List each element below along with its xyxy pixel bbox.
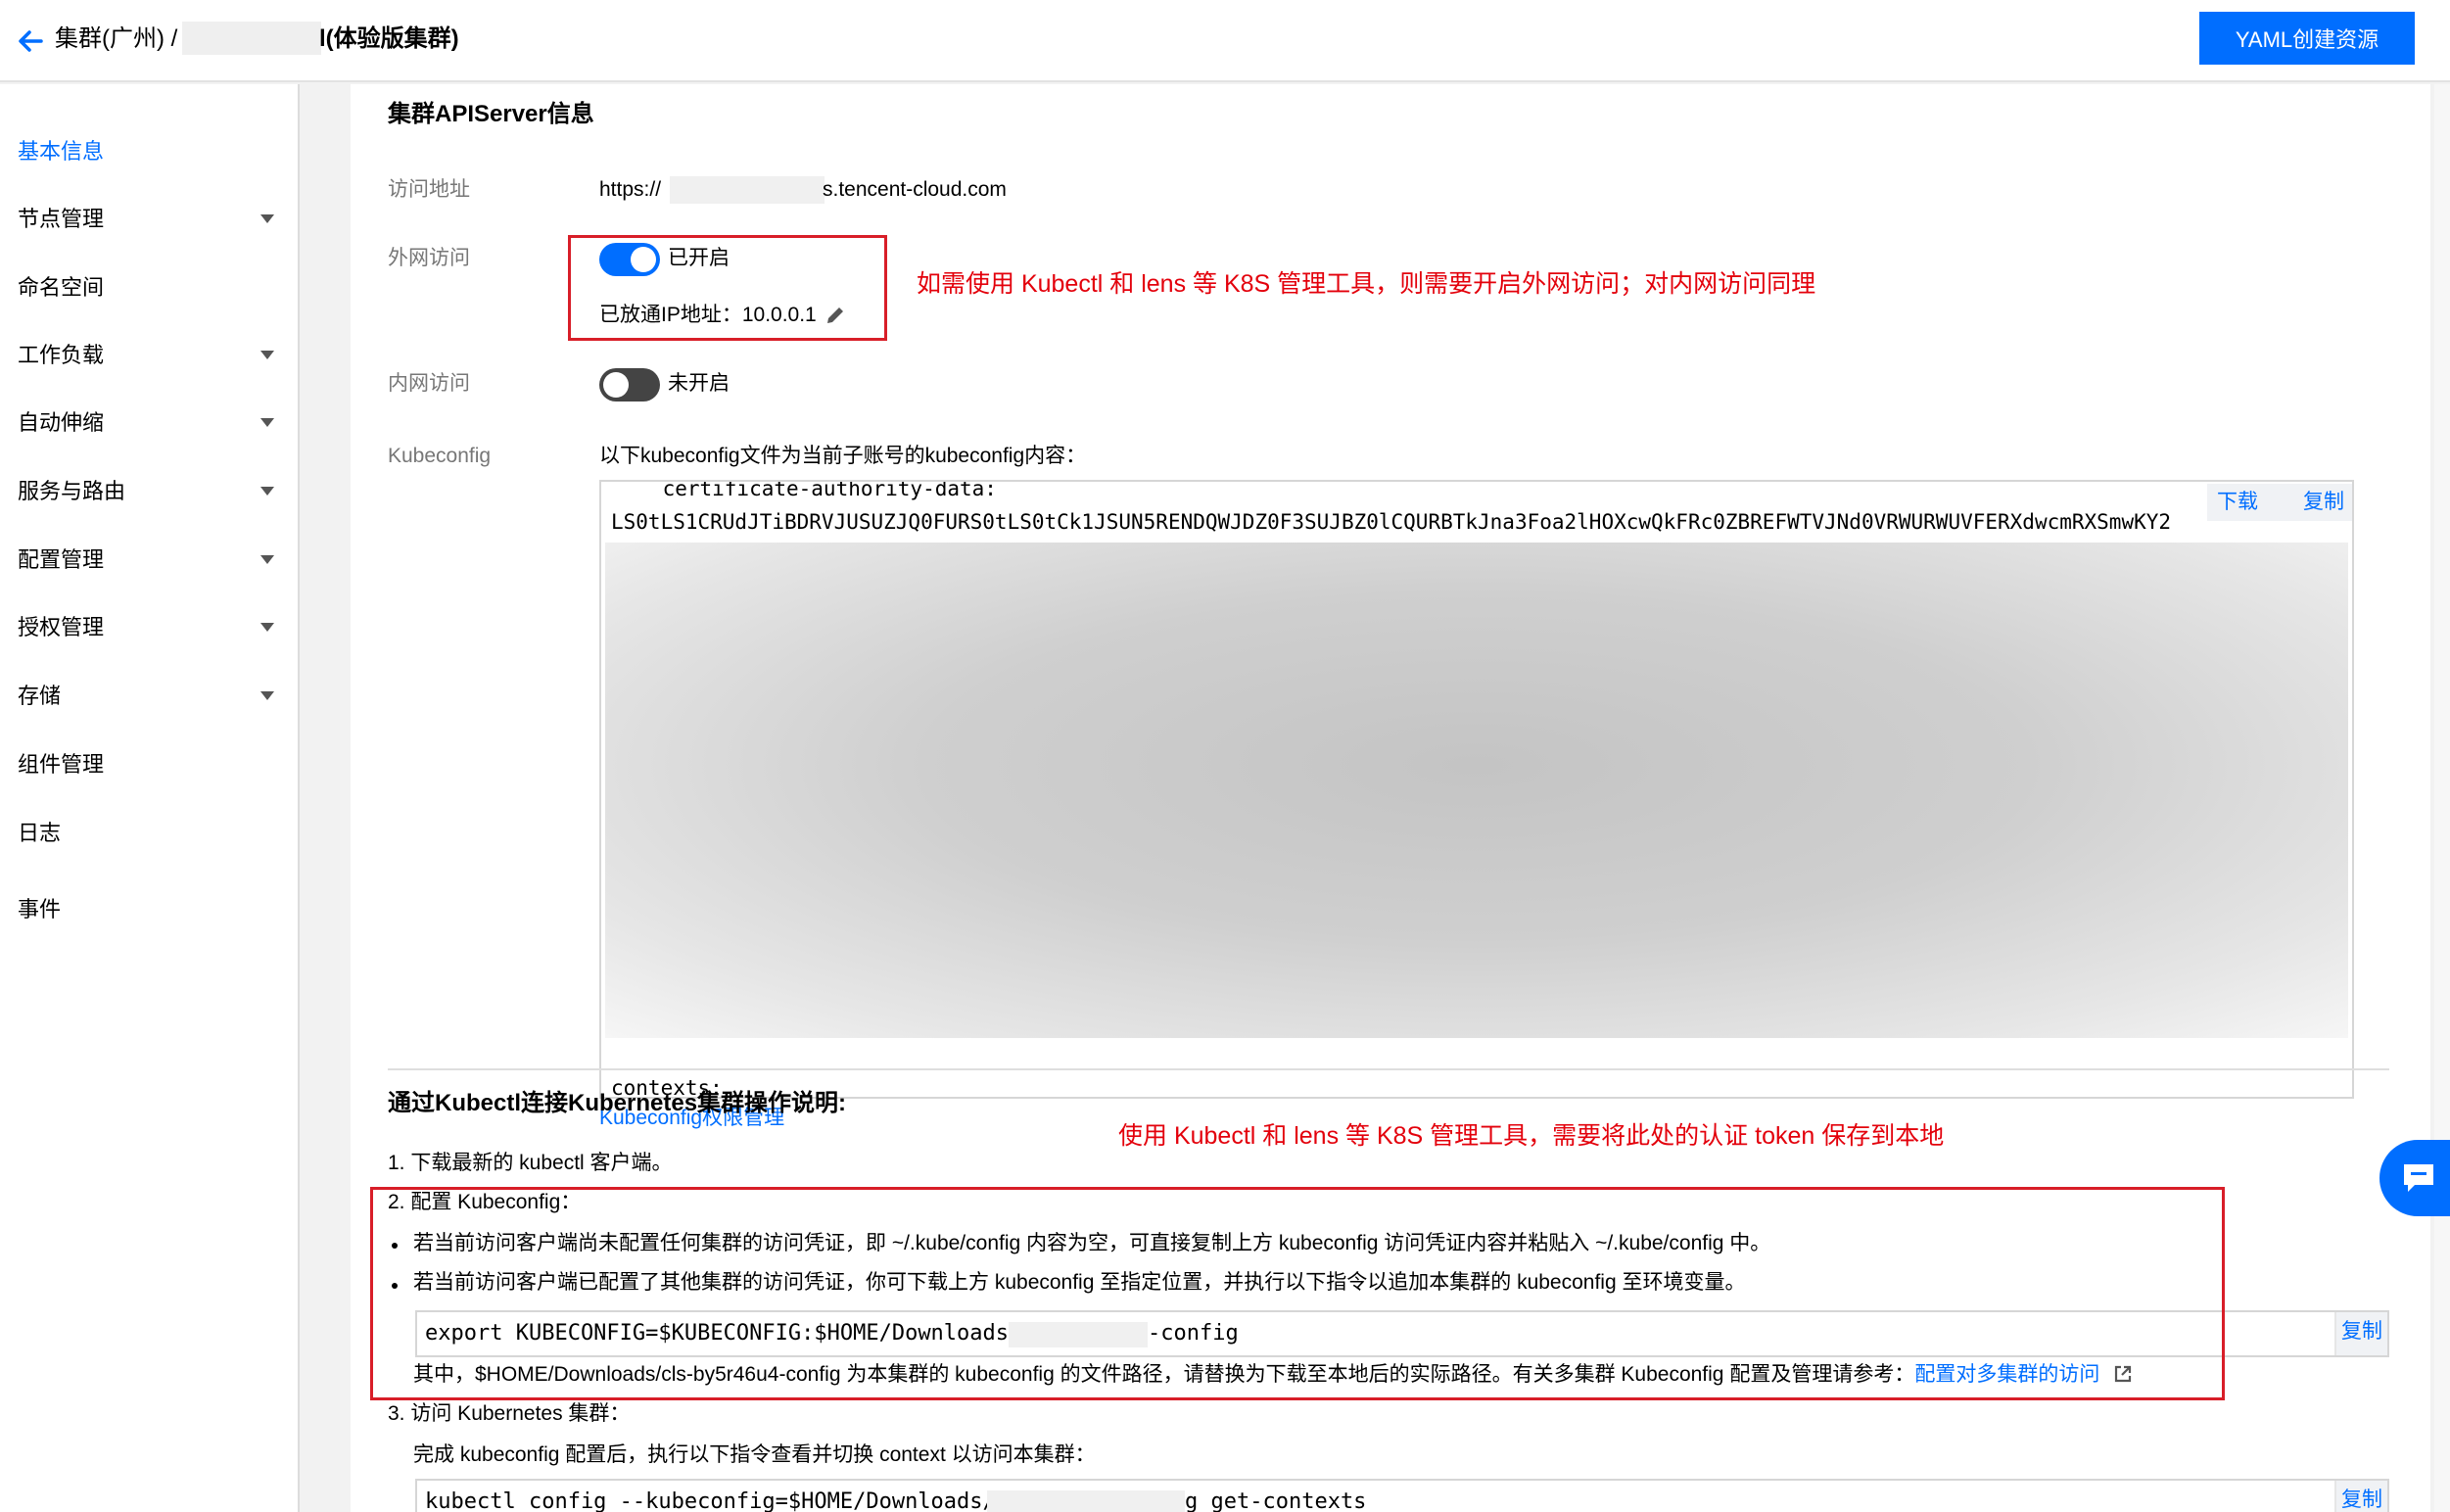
sidebar-item-logs[interactable]: 日志 [18,817,282,850]
sidebar-item-basic-info[interactable]: 基本信息 [18,135,282,168]
guide-step-1: 1. 下载最新的 kubectl 客户端。 [388,1152,673,1174]
access-address-label: 访问地址 [388,178,470,201]
kubeconfig-description: 以下kubeconfig文件为当前子账号的kubeconfig内容： [599,445,1087,467]
page-scrollbar[interactable] [2434,84,2450,1512]
download-button[interactable]: 下载 [2217,486,2258,519]
copy-button[interactable]: 复制 [2303,486,2344,519]
private-access-status: 未开启 [668,372,730,395]
redacted-host [670,176,825,204]
blurred-kubeconfig-content [605,543,2348,1038]
annotation-box-public-access [568,235,887,341]
chevron-down-icon [260,623,274,632]
kubectl-guide-title: 通过Kubectl连接Kubernetes集群操作说明: [388,1090,847,1116]
public-access-label: 外网访问 [388,247,470,269]
redacted-cluster-id [987,1490,1185,1512]
sidebar-item-services-routes[interactable]: 服务与路由 [18,475,282,508]
page-title: l(体验版集群) [319,25,459,52]
sidebar-item-namespaces[interactable]: 命名空间 [18,271,282,305]
sidebar-item-workloads[interactable]: 工作负载 [18,339,282,372]
annotation-note-token: 使用 Kubectl 和 lens 等 K8S 管理工具，需要将此处的认证 to… [1118,1122,1945,1150]
redacted-cluster-id [182,22,321,55]
sidebar-item-autoscaling[interactable]: 自动伸缩 [18,406,282,440]
chevron-down-icon [260,691,274,700]
main-panel: 集群APIServer信息 访问地址 https:// s.tencent-cl… [351,84,2430,1512]
chat-bubble-icon [2404,1164,2433,1192]
kubectl-context-command-box[interactable]: kubectl config --kubeconfig=$HOME/Downlo… [415,1479,2389,1512]
private-access-toggle[interactable] [599,368,660,402]
sidebar: 基本信息 节点管理 命名空间 工作负载 自动伸缩 服务与路由 配置管理 授权管理… [0,84,300,1512]
yaml-create-resource-button[interactable]: YAML创建资源 [2199,12,2415,65]
sidebar-item-events[interactable]: 事件 [18,893,282,926]
sidebar-item-addons[interactable]: 组件管理 [18,748,282,781]
back-arrow-icon[interactable] [16,22,47,61]
section-divider [388,1068,2389,1070]
kubeconfig-label: Kubeconfig [388,445,492,467]
floating-chat-button[interactable] [2379,1140,2450,1216]
annotation-note-public-access: 如需使用 Kubectl 和 lens 等 K8S 管理工具，则需要开启外网访问… [917,270,1816,298]
chevron-down-icon [260,214,274,223]
kubeconfig-content-box[interactable]: certificate-authority-data: LS0tLS1CRUdJ… [599,480,2354,1099]
chevron-down-icon [260,487,274,496]
chevron-down-icon [260,418,274,427]
sidebar-item-storage[interactable]: 存储 [18,680,282,713]
access-address-suffix: s.tencent-cloud.com [823,178,1007,201]
sidebar-item-authorization[interactable]: 授权管理 [18,611,282,644]
copy-kubectl-command-button[interactable]: 复制 [2334,1481,2387,1512]
chevron-down-icon [260,555,274,564]
guide-step-3-desc: 完成 kubeconfig 配置后，执行以下指令查看并切换 context 以访… [413,1443,1096,1466]
chevron-down-icon [260,351,274,359]
private-access-label: 内网访问 [388,372,470,395]
kubectl-command-prefix: kubectl config --kubeconfig=$HOME/Downlo… [425,1489,996,1512]
kubeconfig-line: certificate-authority-data: [613,480,997,500]
access-address-prefix: https:// [599,178,662,201]
toggle-knob [603,372,629,398]
sidebar-item-nodes[interactable]: 节点管理 [18,203,282,236]
annotation-box-kubeconfig-setup [370,1187,2225,1400]
sidebar-item-config[interactable]: 配置管理 [18,543,282,577]
top-bar: 集群(广州) / l(体验版集群) YAML创建资源 [0,0,2450,82]
kubeconfig-toolbar: 下载 复制 [2207,484,2352,521]
kubectl-command-suffix: g get-contexts [1185,1489,1367,1512]
kubeconfig-line: LS0tLS1CRUdJTiBDRVJUSUZJQ0FURS0tLS0tCk1J… [611,510,2172,534]
guide-step-3: 3. 访问 Kubernetes 集群： [388,1402,631,1425]
breadcrumb-cluster-region[interactable]: 集群(广州) / [55,22,177,57]
copy-export-command-button[interactable]: 复制 [2334,1312,2387,1355]
apiserver-section-title: 集群APIServer信息 [388,101,594,127]
